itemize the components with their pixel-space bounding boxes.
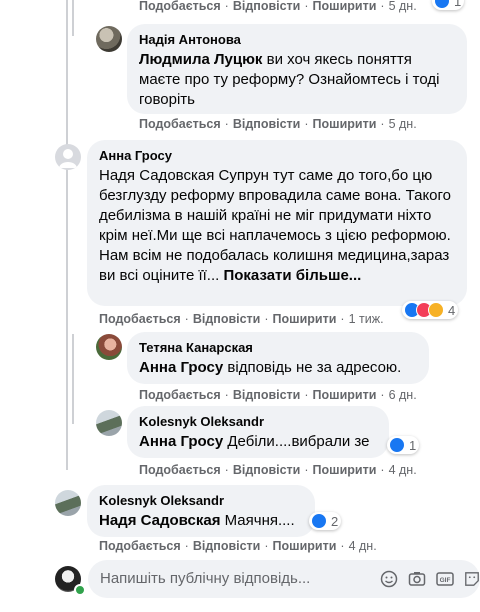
- reply-input[interactable]: Напишіть публічну відповідь... GIF: [88, 560, 480, 598]
- comment-text: Анна Гросу Дебіли....вибрали зе: [139, 433, 370, 450]
- comment-time[interactable]: 4 дн.: [349, 539, 377, 553]
- haha-icon: [428, 302, 444, 318]
- default-avatar-icon: [59, 149, 77, 168]
- comment-time[interactable]: 5 дн.: [389, 0, 417, 13]
- mention-link[interactable]: Людмила Луцюк: [139, 51, 262, 68]
- svg-text:GIF: GIF: [440, 577, 451, 584]
- like-icon: [311, 513, 327, 529]
- share-action[interactable]: Поширити: [273, 539, 337, 553]
- mention-link[interactable]: Анна Гросу: [139, 359, 223, 376]
- comment-time[interactable]: 6 дн.: [389, 388, 417, 402]
- comment-actions: Подобається · Відповісти · Поширити · 5 дн.: [139, 117, 417, 131]
- reply-action[interactable]: Відповісти: [193, 539, 261, 553]
- comment-text: Людмила Луцюк ви хоч якесь поняття маєте…: [139, 51, 440, 108]
- comment-author[interactable]: Kolesnyk Oleksandr: [99, 493, 303, 509]
- like-icon: [434, 0, 450, 9]
- thread-line-nested: [72, 334, 74, 424]
- avatar[interactable]: [55, 490, 81, 516]
- sticker-icon[interactable]: [464, 570, 480, 588]
- see-more-link[interactable]: Показати більше...: [223, 267, 361, 284]
- reaction-summary[interactable]: 1: [432, 0, 465, 10]
- comment-bubble: Анна Гросу Надя Садовская Супрун тут сам…: [87, 140, 467, 306]
- mention-link[interactable]: Надя Садовская: [99, 512, 220, 529]
- gif-icon[interactable]: GIF: [436, 570, 454, 588]
- comment-actions: Подобається · Відповісти · Поширити · 4 дн.: [99, 539, 377, 553]
- reply-action[interactable]: Відповісти: [193, 312, 261, 326]
- like-action[interactable]: Подобається: [139, 0, 221, 13]
- avatar[interactable]: [96, 334, 122, 360]
- like-action[interactable]: Подобається: [99, 539, 181, 553]
- like-action[interactable]: Подобається: [139, 117, 221, 131]
- comment-actions: Подобається · Відповісти · Поширити · 4 дн.: [139, 463, 417, 477]
- thread-line: [72, 0, 74, 36]
- reaction-summary[interactable]: 1: [387, 436, 420, 454]
- comment-author[interactable]: Надія Антонова: [139, 32, 455, 48]
- reaction-summary[interactable]: 4: [402, 301, 459, 319]
- comment-bubble: Kolesnyk Oleksandr Анна Гросу Дебіли....…: [127, 406, 389, 458]
- share-action[interactable]: Поширити: [313, 117, 377, 131]
- reply-action[interactable]: Відповісти: [233, 0, 301, 13]
- comment-actions: Подобається · Відповісти · Поширити · 6 дн.: [139, 388, 417, 402]
- comment-time[interactable]: 5 дн.: [389, 117, 417, 131]
- comment-author[interactable]: Тетяна Канарская: [139, 340, 417, 356]
- comment-actions: Подобається · Відповісти · Поширити · 5 дн.: [139, 0, 417, 13]
- avatar[interactable]: [96, 410, 122, 436]
- comment-text: Анна Гросу відповідь не за адресою.: [139, 359, 402, 376]
- share-action[interactable]: Поширити: [313, 0, 377, 13]
- avatar[interactable]: [55, 144, 81, 170]
- comment-text: Надя Садовская Супрун тут саме до того,б…: [99, 167, 452, 284]
- comment-text: Надя Садовская Маячня....: [99, 512, 295, 529]
- share-action[interactable]: Поширити: [313, 463, 377, 477]
- avatar[interactable]: [96, 26, 122, 52]
- comment-bubble: Тетяна Канарская Анна Гросу відповідь не…: [127, 332, 429, 384]
- comment-time[interactable]: 1 тиж.: [349, 312, 384, 326]
- reply-action[interactable]: Відповісти: [233, 117, 301, 131]
- reaction-summary[interactable]: 2: [309, 512, 342, 530]
- online-status-dot: [74, 584, 86, 596]
- comment-bubble: Надія Антонова Людмила Луцюк ви хоч якес…: [127, 24, 467, 114]
- reply-placeholder: Напишіть публічну відповідь...: [100, 570, 311, 587]
- comment-actions: Подобається · Відповісти · Поширити · 1 тиж.: [99, 312, 384, 326]
- like-action[interactable]: Подобається: [139, 463, 221, 477]
- camera-icon[interactable]: [408, 570, 426, 588]
- like-action[interactable]: Подобається: [99, 312, 181, 326]
- comment-author[interactable]: Kolesnyk Oleksandr: [139, 414, 377, 430]
- share-action[interactable]: Поширити: [273, 312, 337, 326]
- like-action[interactable]: Подобається: [139, 388, 221, 402]
- reply-action[interactable]: Відповісти: [233, 388, 301, 402]
- comment-bubble: Kolesnyk Oleksandr Надя Садовская Маячня…: [87, 485, 315, 537]
- like-icon: [389, 437, 405, 453]
- comment-time[interactable]: 4 дн.: [389, 463, 417, 477]
- reply-action[interactable]: Відповісти: [233, 463, 301, 477]
- thread-line: [66, 0, 68, 470]
- comment-author[interactable]: Анна Гросу: [99, 148, 455, 164]
- emoji-icon[interactable]: [380, 570, 398, 588]
- share-action[interactable]: Поширити: [313, 388, 377, 402]
- mention-link[interactable]: Анна Гросу: [139, 433, 223, 450]
